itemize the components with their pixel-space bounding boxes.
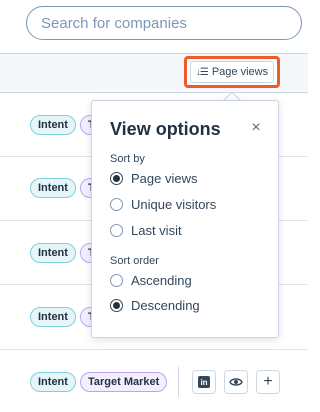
search-input[interactable] — [41, 14, 301, 32]
intent-badge: Intent — [30, 243, 76, 263]
view-button[interactable] — [224, 370, 248, 394]
add-button[interactable]: + — [256, 370, 280, 394]
add-icon: + — [263, 373, 273, 390]
radio-checked[interactable] — [110, 172, 123, 185]
linkedin-icon: in — [198, 376, 210, 388]
intent-badge: Intent — [30, 178, 76, 198]
radio[interactable] — [110, 198, 123, 211]
sort-order-label: Sort order — [110, 255, 159, 267]
sort-order-descending[interactable]: Descending — [110, 298, 200, 313]
sort-by-unique-visitors[interactable]: Unique visitors — [110, 197, 216, 212]
close-icon[interactable]: × — [248, 119, 264, 137]
search-box[interactable] — [26, 6, 302, 40]
sort-button-label: Page views — [211, 66, 269, 78]
sort-by-page-views[interactable]: Page views — [110, 171, 197, 186]
divider — [178, 367, 179, 397]
sort-button[interactable]: ↓☰ Page views — [190, 61, 274, 83]
sort-by-last-visit[interactable]: Last visit — [110, 223, 182, 238]
radio[interactable] — [110, 274, 123, 287]
sort-icon: ↓☰ — [195, 66, 209, 78]
view-options-popover: View options × Sort by Page views Unique… — [91, 100, 279, 338]
popover-title: View options — [110, 119, 221, 139]
radio[interactable] — [110, 224, 123, 237]
intent-badge: Intent — [30, 307, 76, 327]
radio-checked[interactable] — [110, 299, 123, 312]
intent-badge: Intent — [30, 115, 76, 135]
sort-by-label: Sort by — [110, 153, 145, 165]
target-badge: Target Market — [80, 372, 168, 392]
sort-order-ascending[interactable]: Ascending — [110, 273, 192, 288]
eye-icon — [229, 378, 243, 386]
linkedin-button[interactable]: in — [192, 370, 216, 394]
intent-badge: Intent — [30, 372, 76, 392]
